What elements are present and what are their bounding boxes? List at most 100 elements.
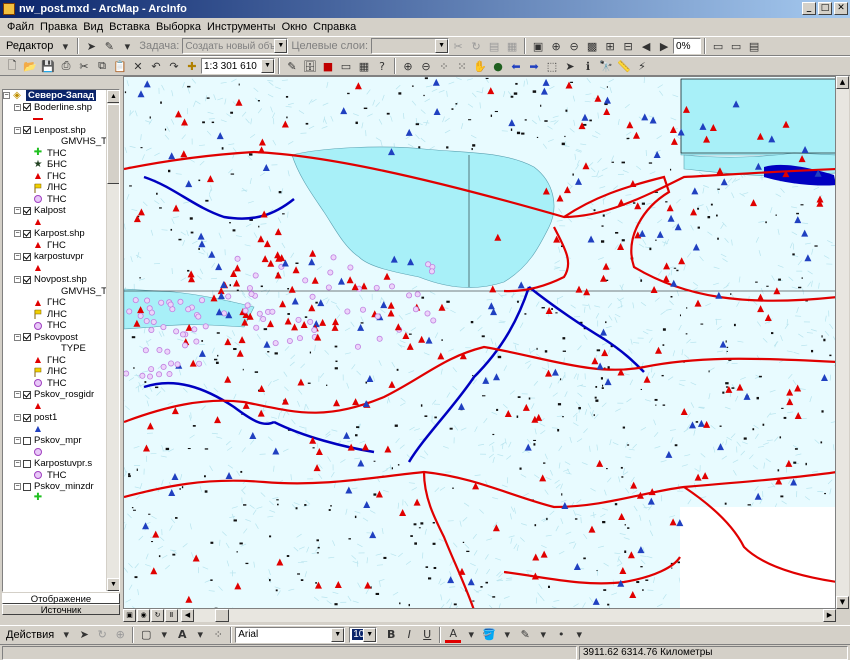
tns-station-marker[interactable] xyxy=(193,338,200,345)
tns-station-marker[interactable] xyxy=(148,366,155,373)
toc-layer[interactable]: − Pskovpost xyxy=(3,332,107,344)
layer-name[interactable]: Novpost.shp xyxy=(34,274,87,285)
focus-frame-icon[interactable]: ▭ xyxy=(728,38,744,54)
layout-zoom-icon[interactable]: ⊕ xyxy=(548,38,564,54)
horizontal-scroll-thumb[interactable] xyxy=(215,609,229,622)
tns-station-marker[interactable] xyxy=(373,284,380,291)
tns-station-marker[interactable] xyxy=(179,331,186,338)
layer-visibility-checkbox[interactable] xyxy=(23,333,31,342)
toc-data-frame[interactable]: − ◈ Северо-Запад xyxy=(3,90,107,102)
toc-layer[interactable]: − karpostuvpr xyxy=(3,251,107,263)
task-dropdown[interactable]: Создать новый объе ▼ xyxy=(182,38,289,54)
layer-visibility-checkbox[interactable] xyxy=(23,390,31,399)
tns-station-marker[interactable] xyxy=(425,261,432,268)
font-name-dropdown[interactable]: Arial ▼ xyxy=(235,626,346,643)
command-line-icon[interactable]: ▭ xyxy=(338,58,354,74)
cut-icon[interactable]: ✂ xyxy=(76,58,92,74)
minimize-button[interactable]: _ xyxy=(802,2,816,15)
tns-station-marker[interactable] xyxy=(173,328,180,335)
tns-station-marker[interactable] xyxy=(158,299,165,306)
toc-layer[interactable]: − Pskov_minzdr xyxy=(3,481,107,493)
menu-file[interactable]: Файл xyxy=(4,21,37,33)
sketch-properties-icon[interactable]: ▦ xyxy=(504,38,520,54)
tns-station-marker[interactable] xyxy=(174,361,181,368)
model-builder-icon[interactable]: ▦ xyxy=(356,58,372,74)
text-tool-icon[interactable]: A xyxy=(174,627,190,643)
edit-vertices-icon[interactable]: ⁘ xyxy=(210,627,226,643)
zoom-in-icon[interactable]: ⊕ xyxy=(400,58,416,74)
font-color-dropdown-icon[interactable]: ▾ xyxy=(463,627,479,643)
tns-station-marker[interactable] xyxy=(330,254,337,261)
toc-layer[interactable]: − Pskov_mpr xyxy=(3,435,107,447)
tns-station-marker[interactable] xyxy=(295,316,302,323)
layout-view-icon[interactable]: ▣ xyxy=(123,609,136,622)
toc-layer[interactable]: − Boderline.shp xyxy=(3,102,107,114)
collapse-icon[interactable]: − xyxy=(14,460,21,468)
pause-draw-icon[interactable]: Ⅱ xyxy=(165,609,178,622)
sketch-dropdown-icon[interactable]: ▾ xyxy=(119,38,135,54)
layout-icon[interactable]: ▣ xyxy=(530,38,546,54)
refresh-icon[interactable]: ↻ xyxy=(151,609,164,622)
layer-visibility-checkbox[interactable] xyxy=(23,482,31,491)
collapse-icon[interactable]: − xyxy=(14,126,21,134)
scroll-left-icon[interactable]: ◀ xyxy=(181,609,194,622)
tns-station-marker[interactable] xyxy=(414,291,421,298)
hyperlink-icon[interactable]: ⚡ xyxy=(634,58,650,74)
layout-zoom-percent[interactable]: 0% xyxy=(673,38,702,54)
toc-scroll-thumb[interactable] xyxy=(107,104,119,184)
fixed-zoom-in-icon[interactable]: ⁘ xyxy=(436,58,452,74)
chevron-down-icon[interactable]: ▼ xyxy=(261,59,274,73)
tns-station-marker[interactable] xyxy=(354,343,361,350)
tns-station-marker[interactable] xyxy=(182,342,189,349)
select-features-icon[interactable]: ⬚ xyxy=(544,58,560,74)
identify-icon[interactable]: ℹ xyxy=(580,58,596,74)
toc-layer[interactable]: − Kalpost xyxy=(3,205,107,217)
print-icon[interactable]: ⎙ xyxy=(58,58,74,74)
collapse-icon[interactable]: − xyxy=(14,391,21,399)
layer-visibility-checkbox[interactable] xyxy=(23,436,31,445)
layout-fixed-in-icon[interactable]: ⊞ xyxy=(602,38,618,54)
tns-station-marker[interactable] xyxy=(327,269,334,276)
layer-visibility-checkbox[interactable] xyxy=(23,229,31,238)
tns-station-marker[interactable] xyxy=(164,348,171,355)
collapse-icon[interactable]: − xyxy=(3,92,10,100)
line-color-dropdown-icon[interactable]: ▾ xyxy=(535,627,551,643)
save-icon[interactable]: 💾 xyxy=(40,58,56,74)
editor-toolbar-icon[interactable]: ✎ xyxy=(284,58,300,74)
tns-station-marker[interactable] xyxy=(376,335,383,342)
tns-station-marker[interactable] xyxy=(137,312,144,319)
shape-dropdown-icon[interactable]: ▾ xyxy=(156,627,172,643)
scroll-up-icon[interactable]: ▲ xyxy=(836,76,849,89)
layer-visibility-checkbox[interactable] xyxy=(23,252,31,261)
edit-tool-icon[interactable]: ➤ xyxy=(83,38,99,54)
tns-station-marker[interactable] xyxy=(325,284,332,291)
layer-name[interactable]: Kalpost xyxy=(34,205,66,216)
select-elements-icon[interactable]: ➤ xyxy=(562,58,578,74)
collapse-icon[interactable]: − xyxy=(14,333,21,341)
toc-scrollbar[interactable]: ▲ ▼ xyxy=(106,90,119,591)
collapse-icon[interactable]: − xyxy=(14,103,21,111)
tns-station-marker[interactable] xyxy=(296,335,303,342)
rectangle-icon[interactable]: ▢ xyxy=(138,627,154,643)
tns-station-marker[interactable] xyxy=(412,306,419,313)
layout-fixed-out-icon[interactable]: ⊟ xyxy=(620,38,636,54)
redo-icon[interactable]: ↷ xyxy=(166,58,182,74)
tns-station-marker[interactable] xyxy=(150,318,157,325)
data-frame-name[interactable]: Северо-Запад xyxy=(26,90,97,102)
scroll-right-icon[interactable]: ▶ xyxy=(823,609,836,622)
pan-icon[interactable]: ✋ xyxy=(472,58,488,74)
arccatalog-icon[interactable]: 🗄 xyxy=(302,58,318,74)
layout-back-icon[interactable]: ◀ xyxy=(638,38,654,54)
marker-color-dropdown-icon[interactable]: ▾ xyxy=(571,627,587,643)
layer-name[interactable]: Pskov_minzdr xyxy=(34,481,94,492)
tns-station-marker[interactable] xyxy=(388,283,395,290)
layout-pan-icon[interactable]: ⊖ xyxy=(566,38,582,54)
map-display[interactable] xyxy=(123,76,836,609)
tns-station-marker[interactable] xyxy=(360,306,367,313)
tns-station-marker[interactable] xyxy=(307,318,314,325)
fill-color-icon[interactable]: 🪣 xyxy=(481,627,497,643)
tns-station-marker[interactable] xyxy=(156,371,163,378)
layer-visibility-checkbox[interactable] xyxy=(23,126,31,135)
back-extent-icon[interactable]: ⬅ xyxy=(508,58,524,74)
layer-visibility-checkbox[interactable] xyxy=(23,275,31,284)
